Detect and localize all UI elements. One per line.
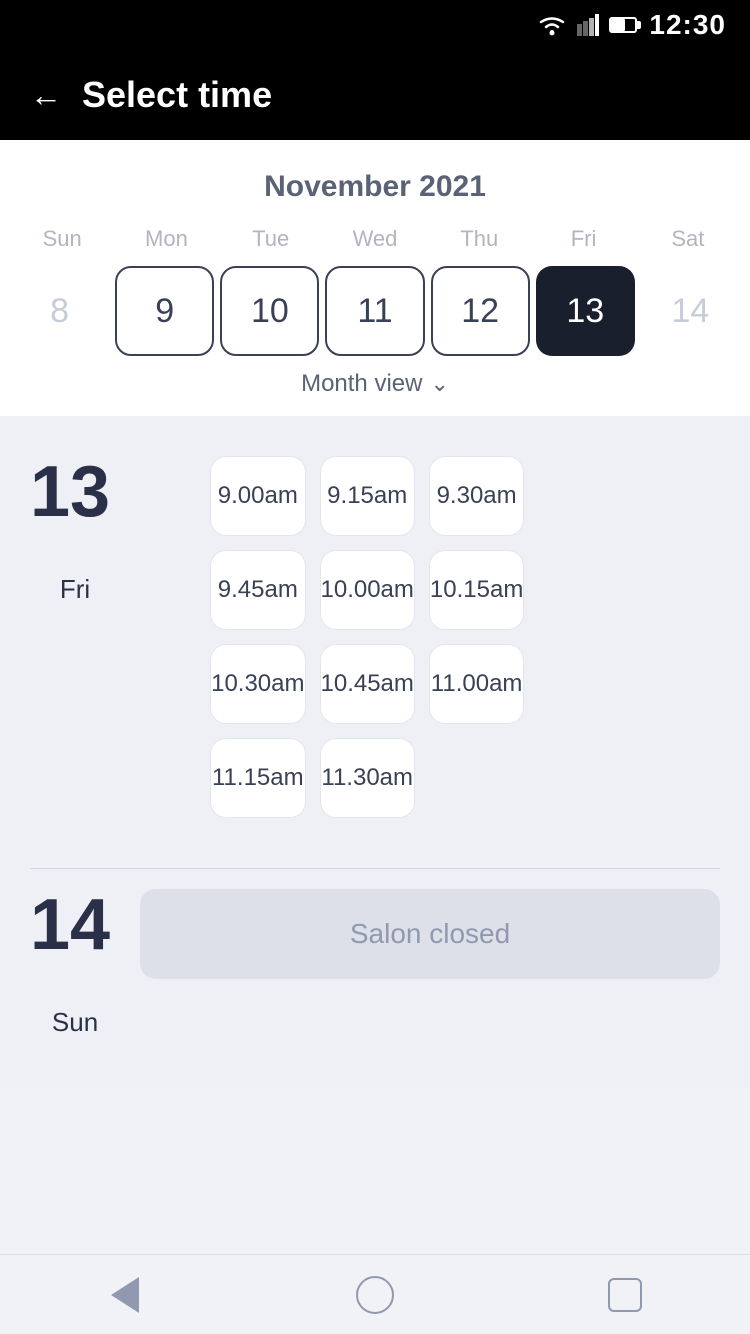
month-view-label: Month view: [301, 370, 422, 398]
time-slot-930[interactable]: 9.30am: [429, 456, 524, 536]
day-block-13: 13 Fri 9.00am 9.15am 9.30am 9.45am 10.00…: [0, 436, 750, 868]
nav-home-button[interactable]: [353, 1273, 397, 1317]
weekday-thu: Thu: [427, 220, 531, 258]
month-year-label: November 2021: [0, 160, 750, 220]
day-number-14: 14: [30, 889, 110, 961]
time-slot-900[interactable]: 9.00am: [210, 456, 305, 536]
date-14[interactable]: 14: [641, 266, 740, 356]
date-11[interactable]: 11: [325, 266, 424, 356]
status-time: 12:30: [649, 9, 726, 41]
day-block-14: 14 Sun Salon closed: [0, 869, 750, 1068]
day-name-13: Fri: [60, 574, 90, 605]
nav-recents-button[interactable]: [603, 1273, 647, 1317]
weekday-sun: Sun: [10, 220, 114, 258]
weekday-wed: Wed: [323, 220, 427, 258]
time-slot-1100[interactable]: 11.00am: [429, 644, 524, 724]
time-slot-1130[interactable]: 11.30am: [320, 738, 415, 818]
weekday-mon: Mon: [114, 220, 218, 258]
day-header-13: 13 Fri 9.00am 9.15am 9.30am 9.45am 10.00…: [30, 456, 720, 818]
weekday-sat: Sat: [636, 220, 740, 258]
time-slot-1030[interactable]: 10.30am: [210, 644, 305, 724]
back-button[interactable]: ←: [30, 79, 62, 111]
weekday-tue: Tue: [219, 220, 323, 258]
time-slot-1000[interactable]: 10.00am: [320, 550, 415, 630]
day-name-14: Sun: [52, 1007, 98, 1038]
dates-row: 8 9 10 11 12 13 14: [0, 266, 750, 356]
time-slot-915[interactable]: 9.15am: [320, 456, 415, 536]
schedule-section: 13 Fri 9.00am 9.15am 9.30am 9.45am 10.00…: [0, 416, 750, 1088]
battery-icon: [609, 17, 637, 33]
app-header: ← Select time: [0, 50, 750, 140]
weekday-fri: Fri: [531, 220, 635, 258]
date-8[interactable]: 8: [10, 266, 109, 356]
page-title: Select time: [82, 74, 272, 116]
wifi-icon: [537, 14, 567, 36]
salon-closed-label: Salon closed: [140, 889, 720, 979]
signal-icon: [577, 14, 599, 36]
date-12[interactable]: 12: [431, 266, 530, 356]
time-slot-1115[interactable]: 11.15am: [210, 738, 305, 818]
date-10[interactable]: 10: [220, 266, 319, 356]
date-13[interactable]: 13: [536, 266, 635, 356]
day-number-13: 13: [30, 456, 110, 528]
chevron-down-icon: ⌄: [430, 371, 448, 397]
time-slot-945[interactable]: 9.45am: [210, 550, 305, 630]
status-bar: 12:30: [0, 0, 750, 50]
time-slots-grid-13: 9.00am 9.15am 9.30am 9.45am 10.00am 10.1…: [210, 456, 524, 818]
status-icons: [537, 14, 637, 36]
weekdays-row: Sun Mon Tue Wed Thu Fri Sat: [0, 220, 750, 258]
nav-bar: [0, 1254, 750, 1334]
time-slot-1015[interactable]: 10.15am: [429, 550, 524, 630]
time-slot-1045[interactable]: 10.45am: [320, 644, 415, 724]
month-view-toggle[interactable]: Month view ⌄: [0, 356, 750, 416]
date-9[interactable]: 9: [115, 266, 214, 356]
calendar-section: November 2021 Sun Mon Tue Wed Thu Fri Sa…: [0, 140, 750, 416]
nav-back-button[interactable]: [103, 1273, 147, 1317]
